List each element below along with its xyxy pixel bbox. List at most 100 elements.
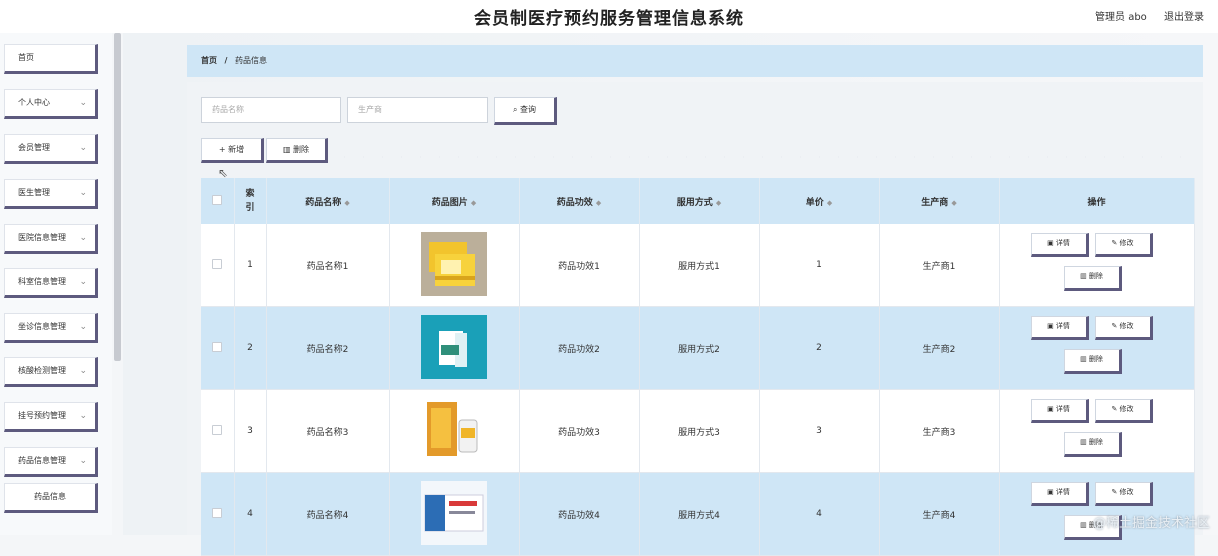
col-maker[interactable]: 生产商 ◆: [879, 178, 1000, 224]
query-button[interactable]: ⌕ 查询: [494, 97, 557, 125]
sidebar-item[interactable]: 个人中心 ⌄: [4, 89, 98, 119]
sort-icon[interactable]: ◆: [596, 199, 601, 207]
query-label: 查询: [520, 105, 537, 114]
detail-button[interactable]: ▣ 详情: [1030, 399, 1089, 423]
col-price[interactable]: 单价 ◆: [759, 178, 880, 224]
cell-price: 4: [759, 472, 880, 556]
edit-icon: ✎: [1111, 239, 1120, 247]
detail-icon: ▣: [1047, 488, 1056, 496]
sidebar-item[interactable]: 药品信息: [4, 483, 98, 513]
cell-image: [389, 472, 520, 556]
sidebar-item[interactable]: 挂号预约管理 ⌄: [4, 402, 98, 432]
row-delete-button[interactable]: ▥ 删除: [1063, 349, 1122, 374]
sidebar-item-label: 挂号预约管理: [18, 411, 66, 420]
cell-index: 2: [234, 306, 267, 390]
sidebar-scrollbar[interactable]: [114, 33, 121, 361]
plus-icon: +: [218, 145, 226, 154]
sidebar-item[interactable]: 医院信息管理 ⌄: [4, 224, 98, 254]
trash-icon: ▥: [1080, 521, 1089, 529]
maker-input[interactable]: 生产商: [347, 97, 488, 123]
drug-name-input[interactable]: 药品名称: [201, 97, 341, 123]
sidebar-item[interactable]: 坐诊信息管理 ⌄: [4, 313, 98, 343]
col-name[interactable]: 药品名称 ◆: [266, 178, 390, 224]
breadcrumb-home[interactable]: 首页: [201, 56, 217, 65]
sidebar-item-label: 坐诊信息管理: [18, 322, 66, 331]
sort-icon[interactable]: ◆: [471, 199, 476, 207]
sidebar: 首页 个人中心 ⌄ 会员管理 ⌄ 医生管理 ⌄ 医院信息管理 ⌄ 科室信息管理 ⌄ 坐诊信息管理 ⌄ 核酸…: [0, 33, 112, 535]
chevron-down-icon: ⌄: [79, 233, 87, 243]
table-row: 3 药品名称3 药品功效3 服用方式3 3 生产商3 ▣ 详情 ✎ 修改 ▥ 删除: [201, 389, 1195, 473]
cell-effect: 药品功效3: [519, 389, 640, 473]
watermark: @稀土掘金技术社区: [1092, 516, 1210, 531]
top-bar: 会员制医疗预约服务管理信息系统 管理员 abo 退出登录: [0, 0, 1218, 33]
row-delete-button[interactable]: ▥ 删除: [1063, 432, 1122, 457]
cell-price: 2: [759, 306, 880, 390]
chevron-down-icon: ⌄: [79, 98, 87, 108]
cell-actions: ▣ 详情 ✎ 修改 ▥ 删除: [999, 389, 1195, 473]
chevron-down-icon: ⌄: [79, 411, 87, 421]
edit-button[interactable]: ✎ 修改: [1094, 233, 1153, 257]
breadcrumb-current: 药品信息: [235, 56, 268, 65]
cell-image: [389, 224, 520, 307]
row-checkbox[interactable]: [212, 341, 223, 352]
trash-icon: ▥: [1080, 272, 1089, 280]
sidebar-item[interactable]: 药品信息管理 ⌄: [4, 447, 98, 477]
row-checkbox[interactable]: [212, 507, 223, 518]
cell-effect: 药品功效4: [519, 472, 640, 556]
col-actions: 操作: [999, 178, 1195, 224]
edit-button[interactable]: ✎ 修改: [1094, 316, 1153, 340]
cell-index: 4: [234, 472, 267, 556]
search-icon: ⌕: [512, 105, 518, 114]
col-image[interactable]: 药品图片 ◆: [389, 178, 520, 224]
cell-maker: 生产商1: [879, 224, 1000, 307]
sidebar-item[interactable]: 首页: [4, 44, 98, 74]
cell-price: 1: [759, 224, 880, 307]
select-all-checkbox[interactable]: [212, 194, 223, 205]
sidebar-item[interactable]: 会员管理 ⌄: [4, 134, 98, 164]
chevron-down-icon: ⌄: [79, 456, 87, 466]
bulk-delete-button[interactable]: ▥ 删除: [266, 138, 328, 163]
drug-image: [421, 231, 487, 296]
row-checkbox[interactable]: [212, 424, 223, 435]
sidebar-item[interactable]: 医生管理 ⌄: [4, 179, 98, 209]
sort-icon[interactable]: ◆: [716, 199, 721, 207]
cell-maker: 生产商3: [879, 389, 1000, 473]
col-usage[interactable]: 服用方式 ◆: [639, 178, 760, 224]
breadcrumb-separator: /: [224, 56, 228, 65]
cell-index: 1: [234, 224, 267, 307]
logout-link[interactable]: 退出登录: [1164, 12, 1204, 23]
sidebar-item-label: 药品信息管理: [18, 456, 66, 465]
cell-image: [389, 306, 520, 390]
cell-actions: ▣ 详情 ✎ 修改 ▥ 删除: [999, 306, 1195, 390]
sidebar-item-label: 医生管理: [18, 188, 50, 197]
edit-button[interactable]: ✎ 修改: [1094, 399, 1153, 423]
edit-button[interactable]: ✎ 修改: [1094, 482, 1153, 506]
detail-button[interactable]: ▣ 详情: [1030, 316, 1089, 340]
detail-button[interactable]: ▣ 详情: [1030, 233, 1089, 257]
sidebar-item[interactable]: 科室信息管理 ⌄: [4, 268, 98, 298]
add-label: 新增: [228, 145, 245, 154]
col-effect[interactable]: 药品功效 ◆: [519, 178, 640, 224]
cell-name: 药品名称1: [266, 224, 390, 307]
sort-icon[interactable]: ◆: [951, 199, 956, 207]
detail-icon: ▣: [1047, 405, 1056, 413]
sidebar-item-label: 个人中心: [18, 98, 50, 107]
trash-icon: ▥: [282, 145, 291, 154]
detail-button[interactable]: ▣ 详情: [1030, 482, 1089, 506]
sort-icon[interactable]: ◆: [344, 199, 349, 207]
table-row: 1 药品名称1 药品功效1 服用方式1 1 生产商1 ▣ 详情 ✎ 修改 ▥ 删除: [201, 224, 1195, 307]
bulk-delete-label: 删除: [293, 145, 310, 154]
row-delete-button[interactable]: ▥ 删除: [1063, 266, 1122, 291]
sidebar-item-label: 医院信息管理: [18, 233, 66, 242]
add-button[interactable]: + 新增: [201, 138, 264, 163]
col-index: 索引: [234, 178, 267, 224]
sort-icon[interactable]: ◆: [827, 199, 832, 207]
sidebar-item[interactable]: 核酸检测管理 ⌄: [4, 357, 98, 387]
trash-icon: ▥: [1080, 438, 1089, 446]
sidebar-item-label: 科室信息管理: [18, 277, 66, 286]
chevron-down-icon: ⌄: [79, 188, 87, 198]
cell-name: 药品名称3: [266, 389, 390, 473]
row-checkbox[interactable]: [212, 258, 223, 269]
detail-icon: ▣: [1047, 239, 1056, 247]
chevron-down-icon: ⌄: [79, 322, 87, 332]
